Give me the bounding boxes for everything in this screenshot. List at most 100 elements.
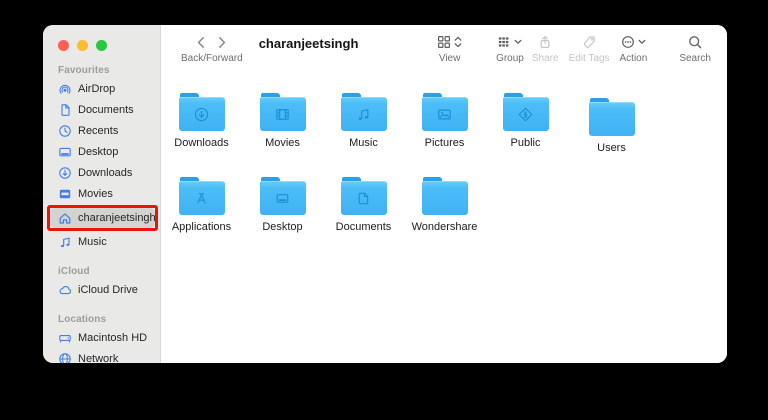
folder-body	[340, 181, 387, 215]
sidebar-section-label: Favourites	[58, 65, 110, 76]
folder-icon	[421, 177, 468, 215]
close-button[interactable]	[58, 40, 69, 51]
sidebar-item-music[interactable]: Music	[50, 232, 156, 252]
sidebar-item-desktop[interactable]: Desktop	[50, 142, 156, 162]
view-label: View	[438, 53, 461, 64]
folder-icon	[259, 93, 306, 131]
folder-label: Music	[349, 137, 378, 149]
folder-label: Wondershare	[411, 221, 478, 233]
folder-public[interactable]: Public	[485, 93, 566, 177]
folder-users[interactable]: Users	[571, 98, 652, 182]
sidebar-item-label: Music	[78, 236, 107, 248]
back-forward-group: Back/Forward	[181, 34, 243, 64]
cloud-icon	[58, 283, 72, 297]
folder-label: Pictures	[424, 137, 465, 149]
folder-icon	[178, 177, 225, 215]
chevron-down-icon	[638, 39, 646, 45]
clock-icon	[58, 124, 72, 138]
document-glyph	[354, 189, 373, 208]
sidebar-item-label: Network	[78, 353, 119, 363]
folder-label: Documents	[335, 221, 392, 233]
search-icon	[688, 35, 702, 49]
desktop-icon	[58, 145, 72, 159]
folder-icon	[421, 93, 468, 131]
sidebar-item-movies[interactable]: Movies	[50, 184, 156, 204]
annotation-red-box: charanjeetsingh	[47, 205, 158, 231]
folder-movies[interactable]: Movies	[242, 93, 323, 177]
folder-label: Users	[597, 142, 626, 154]
folder-downloads[interactable]: Downloads	[161, 93, 242, 177]
folder-applications[interactable]: Applications	[161, 177, 242, 261]
harddrive-icon	[58, 331, 72, 345]
group-icon	[497, 35, 511, 49]
sidebar-item-recents[interactable]: Recents	[50, 121, 156, 141]
search-label: Search	[679, 53, 711, 64]
music-icon	[58, 235, 72, 249]
sidebar-item-charanjeetsingh[interactable]: charanjeetsingh	[50, 208, 156, 228]
sidebar-section-label: iCloud	[58, 266, 90, 277]
action-icon	[621, 35, 635, 49]
globe-icon	[58, 352, 72, 363]
action-button[interactable]: Action	[619, 34, 648, 64]
folder-documents[interactable]: Documents	[323, 177, 404, 261]
folder-icon	[340, 177, 387, 215]
tags-label: Edit Tags	[568, 53, 610, 64]
sidebar-item-macintosh-hd[interactable]: Macintosh HD	[50, 328, 156, 348]
main-pane: Back/Forward charanjeetsingh View Group Sh…	[161, 25, 727, 363]
public-glyph	[516, 105, 535, 124]
sidebar-item-label: Downloads	[78, 167, 133, 179]
sidebar-item-label: Movies	[78, 188, 113, 200]
chevron-updown-icon	[454, 36, 462, 48]
group-label: Group	[496, 53, 524, 64]
sidebar-item-network[interactable]: Network	[50, 349, 156, 363]
folder-grid: Downloads Movies Music Pictures Public Users A…	[161, 93, 727, 261]
folder-icon	[259, 177, 306, 215]
folder-icon	[588, 98, 635, 136]
sidebar-item-airdrop[interactable]: AirDrop	[50, 79, 156, 99]
back-button[interactable]	[196, 36, 206, 49]
folder-label: Downloads	[174, 137, 229, 149]
folder-icon	[340, 93, 387, 131]
search-button[interactable]: Search	[679, 34, 711, 64]
folder-pictures[interactable]: Pictures	[404, 93, 485, 177]
sidebar-item-downloads[interactable]: Downloads	[50, 163, 156, 183]
group-button[interactable]: Group	[496, 34, 524, 64]
view-button[interactable]: View	[437, 34, 462, 64]
sidebar-sections: Favourites AirDrop Documents Recents Desktop…	[43, 65, 160, 363]
folder-body	[178, 181, 225, 215]
folder-music[interactable]: Music	[323, 93, 404, 177]
download-glyph	[192, 105, 211, 124]
folder-icon	[178, 93, 225, 131]
sidebar-item-icloud-drive[interactable]: iCloud Drive	[50, 280, 156, 300]
zoom-button[interactable]	[96, 40, 107, 51]
toolbar: Back/Forward charanjeetsingh View Group Sh…	[161, 25, 727, 78]
sidebar-item-label: Documents	[78, 104, 134, 116]
folder-wondershare[interactable]: Wondershare	[404, 177, 485, 261]
traffic-lights	[58, 40, 160, 51]
home-icon	[58, 211, 72, 225]
sidebar: Favourites AirDrop Documents Recents Desktop…	[43, 25, 161, 363]
back-forward-label: Back/Forward	[181, 53, 243, 64]
picture-glyph	[435, 105, 454, 124]
share-icon	[538, 35, 552, 49]
sidebar-item-label: iCloud Drive	[78, 284, 138, 296]
grid-view-icon	[437, 35, 451, 49]
window-title: charanjeetsingh	[258, 36, 359, 51]
sidebar-item-label: Desktop	[78, 146, 119, 158]
folder-body	[421, 97, 468, 131]
desktop-glyph	[273, 189, 292, 208]
sidebar-section-label: Locations	[58, 314, 107, 325]
share-label: Share	[531, 53, 559, 64]
folder-body	[259, 181, 306, 215]
folder-view: Downloads Movies Music Pictures Public Users A…	[161, 78, 727, 363]
action-label: Action	[619, 53, 648, 64]
sidebar-item-documents[interactable]: Documents	[50, 100, 156, 120]
document-icon	[58, 103, 72, 117]
forward-button[interactable]	[217, 36, 227, 49]
folder-label: Public	[510, 137, 541, 149]
folder-icon	[502, 93, 549, 131]
toolbar-tools: View Group Share Edit Tags Action Search	[437, 34, 711, 64]
folder-body	[502, 97, 549, 131]
minimize-button[interactable]	[77, 40, 88, 51]
folder-desktop[interactable]: Desktop	[242, 177, 323, 261]
